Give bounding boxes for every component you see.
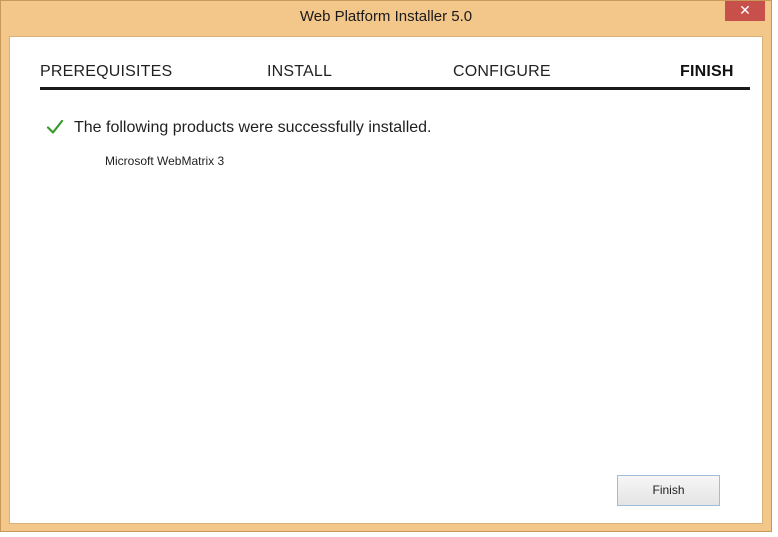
wizard-steps: PREREQUISITES INSTALL CONFIGURE FINISH (40, 63, 756, 87)
finish-button[interactable]: Finish (617, 475, 720, 506)
steps-divider (40, 87, 750, 90)
result-message: The following products were successfully… (74, 119, 432, 136)
check-icon (46, 119, 64, 134)
installer-window: Web Platform Installer 5.0 ✕ PREREQUISIT… (0, 0, 772, 532)
close-icon: ✕ (739, 2, 751, 18)
step-install: INSTALL (267, 63, 333, 80)
step-configure: CONFIGURE (453, 63, 551, 80)
step-prerequisites: PREREQUISITES (40, 63, 173, 80)
wizard-content: PREREQUISITES INSTALL CONFIGURE FINISH T… (9, 36, 763, 524)
close-button[interactable]: ✕ (725, 1, 765, 21)
step-finish: FINISH (680, 63, 734, 80)
installed-product: Microsoft WebMatrix 3 (105, 154, 225, 168)
title-bar[interactable]: Web Platform Installer 5.0 ✕ (1, 1, 771, 35)
window-title: Web Platform Installer 5.0 (299, 8, 473, 25)
